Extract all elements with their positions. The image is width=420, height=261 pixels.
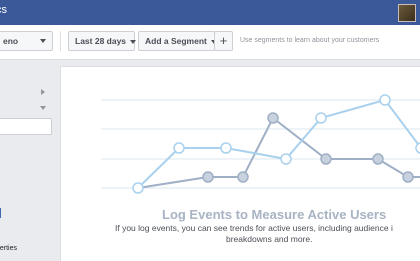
divider bbox=[60, 31, 61, 51]
series-point bbox=[372, 153, 384, 165]
series-point bbox=[415, 142, 420, 154]
app-select-value: eno bbox=[3, 36, 19, 46]
date-range-label: Last 28 days bbox=[75, 36, 127, 46]
top-header: cs bbox=[0, 0, 420, 25]
description-line-1: If you log events, you can see trends fo… bbox=[115, 223, 393, 233]
series-point bbox=[267, 112, 279, 124]
sidebar: perties bbox=[0, 60, 60, 260]
series-point bbox=[315, 112, 327, 124]
series-point bbox=[379, 94, 391, 106]
series-point bbox=[280, 153, 292, 165]
sidebar-selected-indicator bbox=[0, 208, 1, 218]
add-segment-plus-button[interactable]: + bbox=[214, 31, 233, 51]
app-title: cs bbox=[0, 4, 7, 16]
sidebar-item-properties[interactable]: perties bbox=[0, 245, 17, 252]
chevron-down-icon bbox=[40, 39, 46, 43]
chevron-down-icon bbox=[130, 39, 137, 44]
add-segment-button[interactable]: Add a Segment bbox=[138, 31, 217, 51]
date-range-button[interactable]: Last 28 days bbox=[68, 31, 137, 51]
toolbar: eno Last 28 days Add a Segment + Use seg… bbox=[0, 25, 420, 60]
chevron-right-icon[interactable] bbox=[41, 89, 45, 95]
series-point bbox=[220, 142, 232, 154]
description-line-2: breakdowns and more. bbox=[226, 234, 313, 244]
series-point bbox=[320, 153, 332, 165]
series-point bbox=[237, 171, 249, 183]
chevron-down-icon[interactable] bbox=[40, 106, 46, 110]
empty-state-title: Log Events to Measure Active Users bbox=[162, 207, 387, 222]
segment-hint-text: Use segments to learn about your custome… bbox=[240, 37, 380, 44]
main-panel: Log Events to Measure Active Users If yo… bbox=[60, 66, 420, 261]
placeholder-chart-illustration bbox=[101, 94, 420, 194]
app-select-dropdown[interactable]: eno bbox=[0, 31, 53, 51]
series-point bbox=[202, 171, 214, 183]
add-segment-label: Add a Segment bbox=[145, 36, 207, 46]
empty-state-description: If you log events, you can see trends fo… bbox=[115, 223, 420, 245]
profile-avatar[interactable] bbox=[398, 4, 416, 22]
series-point bbox=[173, 142, 185, 154]
series-point bbox=[132, 182, 144, 194]
sidebar-search-input[interactable] bbox=[0, 118, 52, 135]
series-point bbox=[402, 171, 414, 183]
